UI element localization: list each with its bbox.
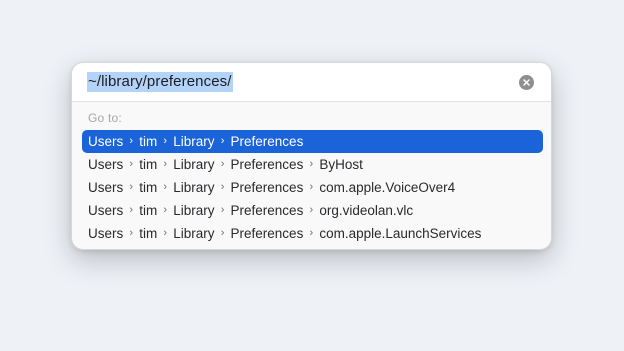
path-separator-icon: › [309,226,314,239]
path-separator-icon: › [309,180,314,193]
clear-icon[interactable] [519,75,534,90]
path-segment: tim [139,226,158,241]
path-segment: tim [139,203,158,218]
path-segment: Preferences [230,157,304,172]
path-segment: Preferences [230,203,304,218]
path-separator-icon: › [129,134,134,147]
go-to-label: Go to: [88,111,122,125]
path-segment: com.apple.LaunchServices [319,226,482,241]
path-separator-icon: › [163,157,168,170]
path-separator-icon: › [129,226,134,239]
desktop-background: ~/library/preferences/ Go to: Users › tim ›… [0,0,624,351]
suggestion-list: Users › tim › Library › Preferences Users › tim › L… [82,130,543,245]
path-segment: Preferences [230,134,304,149]
path-segment: Library [173,157,215,172]
path-separator-icon: › [309,157,314,170]
path-segment: Users [88,157,124,172]
path-separator-icon: › [309,203,314,216]
path-segment: Library [173,134,215,149]
path-separator-icon: › [220,134,225,147]
path-field[interactable]: ~/library/preferences/ [72,63,551,102]
path-separator-icon: › [129,203,134,216]
go-to-folder-dialog: ~/library/preferences/ Go to: Users › tim ›… [71,62,552,250]
path-segment: Library [173,226,215,241]
path-segment: Users [88,134,124,149]
path-separator-icon: › [163,203,168,216]
path-separator-icon: › [220,203,225,216]
path-segment: org.videolan.vlc [319,203,414,218]
suggestion-row[interactable]: Users › tim › Library › Preferences › com.apple.… [82,222,543,245]
path-segment: tim [139,180,158,195]
path-separator-icon: › [163,180,168,193]
path-segment: com.apple.VoiceOver4 [319,180,456,195]
path-separator-icon: › [163,134,168,147]
path-segment: Users [88,226,124,241]
path-input[interactable]: ~/library/preferences/ [87,72,233,92]
path-segment: tim [139,134,158,149]
path-segment: Library [173,203,215,218]
path-separator-icon: › [163,226,168,239]
suggestion-row[interactable]: Users › tim › Library › Preferences › org.videol… [82,199,543,222]
path-separator-icon: › [129,157,134,170]
path-segment: ByHost [319,157,363,172]
path-segment: Users [88,203,124,218]
path-separator-icon: › [129,180,134,193]
suggestion-row[interactable]: Users › tim › Library › Preferences › ByHost [82,153,543,176]
suggestion-row-selected[interactable]: Users › tim › Library › Preferences [82,130,543,153]
path-segment: Preferences [230,226,304,241]
path-segment: Library [173,180,215,195]
path-segment: Users [88,180,124,195]
path-segment: Preferences [230,180,304,195]
path-separator-icon: › [220,180,225,193]
path-separator-icon: › [220,157,225,170]
suggestion-row[interactable]: Users › tim › Library › Preferences › com.apple.… [82,176,543,199]
path-segment: tim [139,157,158,172]
path-separator-icon: › [220,226,225,239]
